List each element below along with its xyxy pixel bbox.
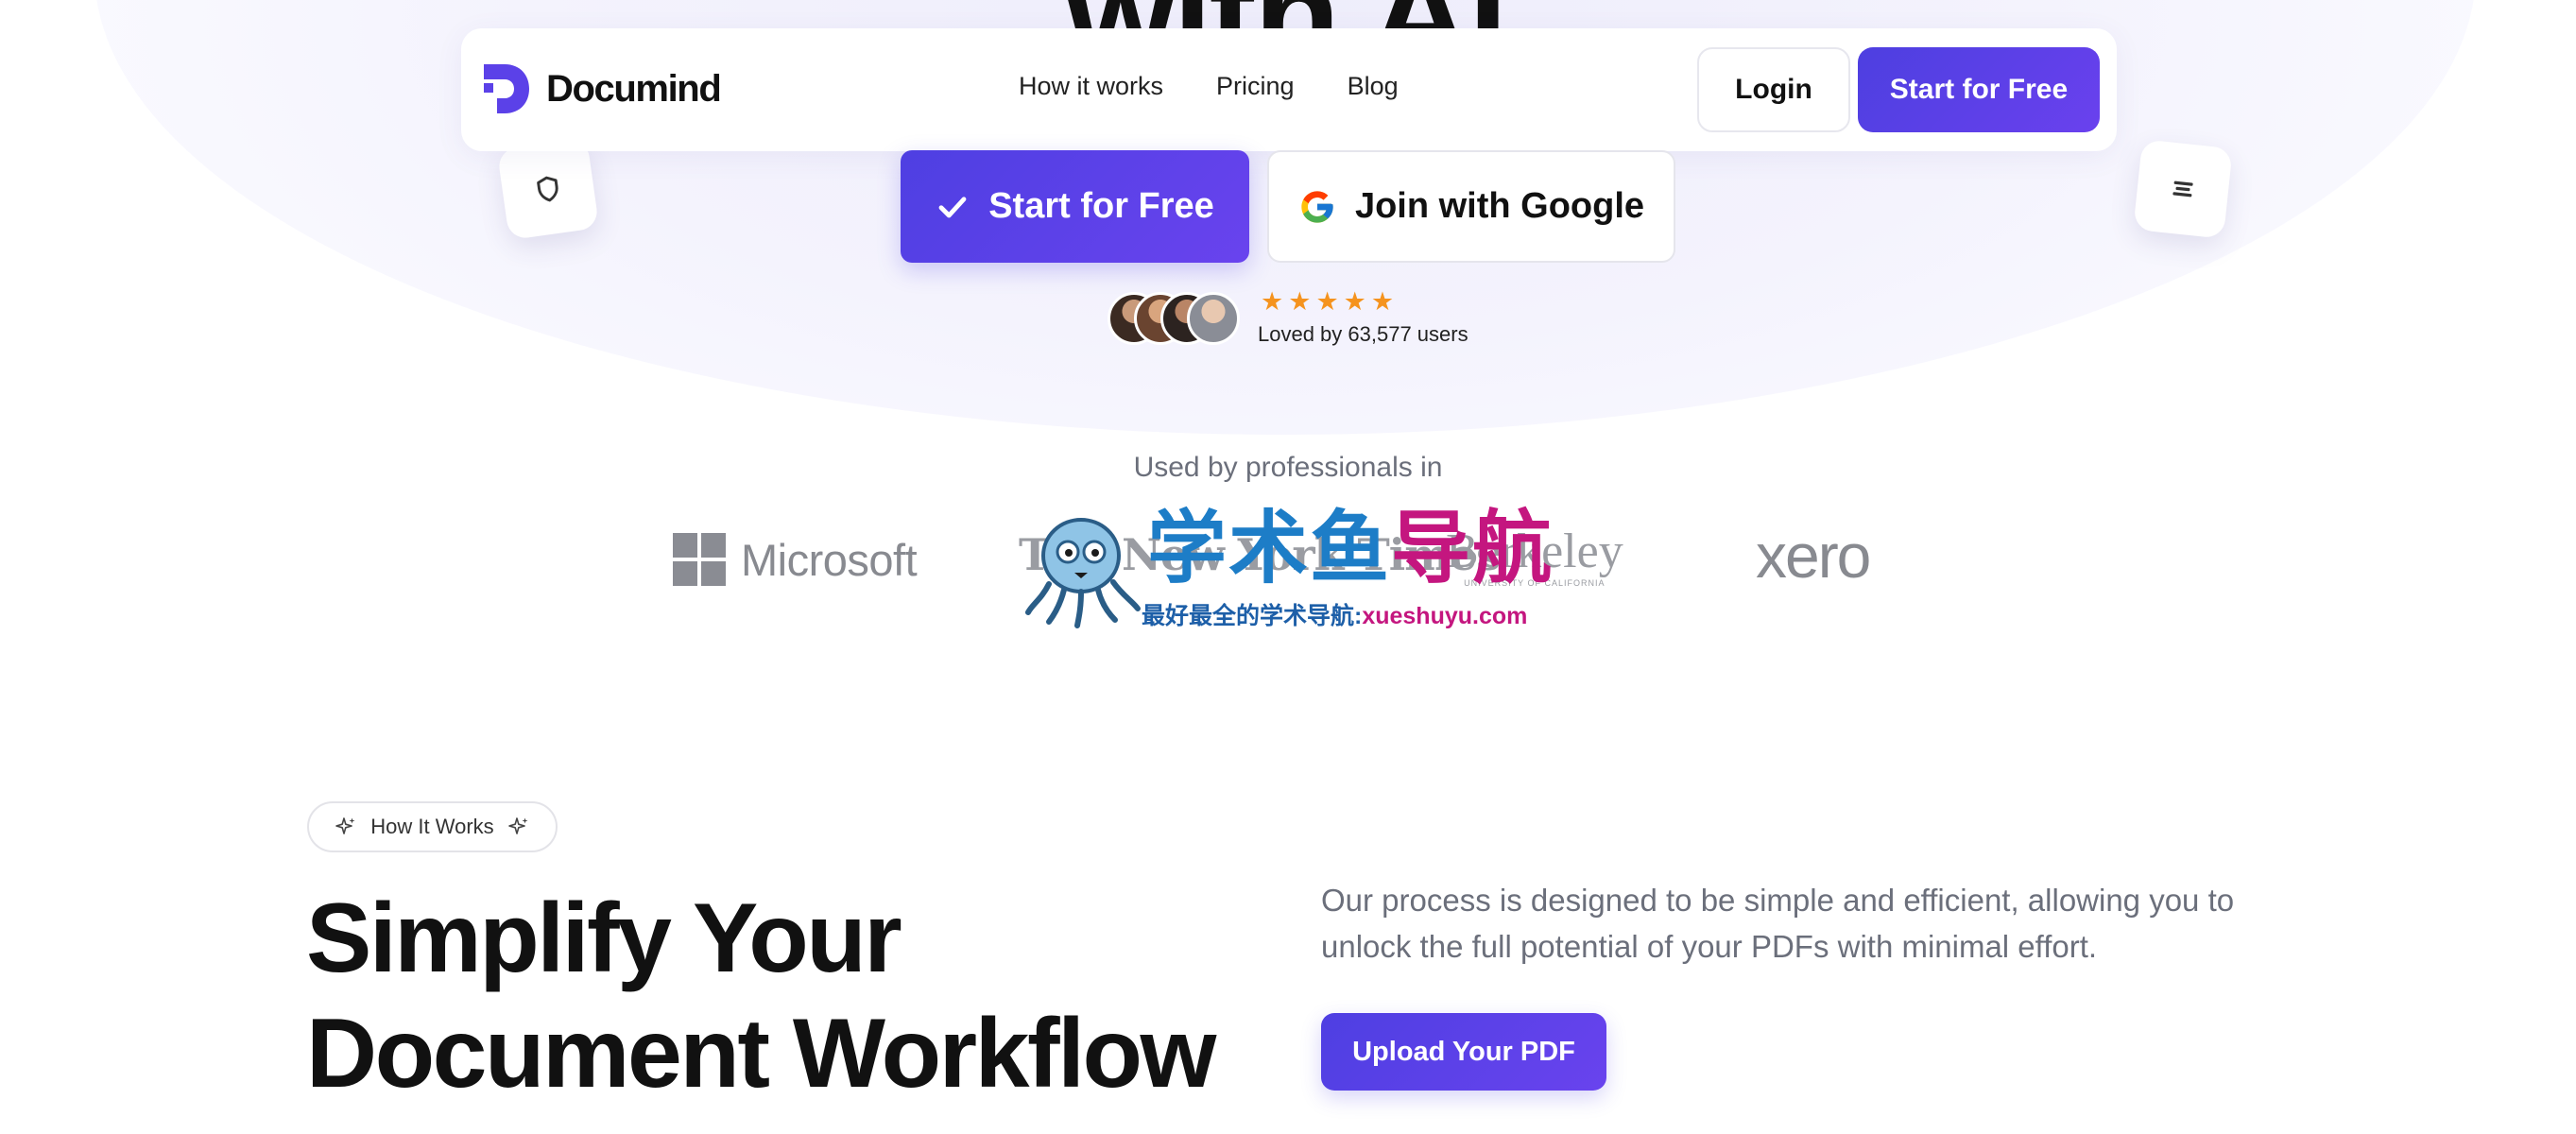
how-it-works-description: Our process is designed to be simple and…	[1321, 883, 2235, 964]
how-it-works-title-line1: Simplify Your	[306, 884, 902, 993]
used-by-heading: Used by professionals in	[1133, 452, 1443, 483]
hero-start-free-button[interactable]: Start for Free	[901, 150, 1249, 263]
floating-shield-chip	[496, 137, 600, 241]
nav-link-how-it-works[interactable]: How it works	[1019, 72, 1163, 101]
upload-pdf-button[interactable]: Upload Your PDF	[1321, 1013, 1606, 1091]
watermark-title: 学术鱼导航	[1147, 507, 1554, 590]
sparkle-icon	[507, 817, 528, 834]
watermark-subtitle-text: 最好最全的学术导航:	[1142, 603, 1363, 629]
nav-start-free-button[interactable]: Start for Free	[1858, 47, 2100, 132]
star-icon: ★	[1343, 287, 1366, 316]
check-icon	[938, 196, 967, 217]
watermark-title-part1: 学术鱼	[1147, 504, 1392, 593]
sparkle-icon	[335, 817, 355, 834]
how-it-works-title: Simplify Your Document Workflow	[306, 881, 1216, 1111]
microsoft-logo: Microsoft	[673, 533, 918, 586]
nav-link-pricing[interactable]: Pricing	[1216, 72, 1295, 101]
user-avatars	[1108, 292, 1240, 347]
login-button[interactable]: Login	[1697, 47, 1850, 132]
watermark-title-part2: 导航	[1391, 504, 1554, 593]
star-icon: ★	[1261, 287, 1284, 316]
xueshuyu-watermark: 学术鱼导航 最好最全的学术导航:xueshuyu.com	[1025, 507, 1559, 631]
shield-icon	[537, 176, 558, 202]
how-it-works-badge-label: How It Works	[370, 815, 494, 838]
menu-lines-icon	[2172, 180, 2193, 198]
how-it-works-title-line2: Document Workflow	[306, 999, 1216, 1108]
star-icon: ★	[1370, 287, 1395, 316]
navbar: Documind How it works Pricing Blog Login…	[461, 28, 2117, 151]
octopus-mascot-icon	[1025, 518, 1141, 628]
loved-by-text: Loved by 63,577 users	[1258, 322, 1468, 346]
watermark-subtitle: 最好最全的学术导航:xueshuyu.com	[1142, 597, 1527, 631]
rating-stars: ★ ★ ★ ★ ★	[1261, 289, 1394, 315]
star-icon: ★	[1288, 287, 1312, 316]
documind-logo-icon	[484, 64, 529, 113]
floating-menu-chip	[2133, 139, 2233, 239]
microsoft-grid-icon	[673, 533, 726, 586]
join-with-google-label: Join with Google	[1354, 186, 1645, 226]
hero-title-fragment: with AI	[1039, 0, 1531, 85]
nav-link-blog[interactable]: Blog	[1348, 72, 1399, 101]
brand-name: Documind	[546, 67, 722, 110]
avatar	[1187, 292, 1240, 345]
xero-logo: xero	[1756, 521, 1871, 591]
google-icon	[1301, 190, 1333, 223]
star-icon: ★	[1315, 287, 1339, 316]
join-with-google-button[interactable]: Join with Google	[1267, 150, 1675, 263]
brand-logo[interactable]: Documind	[480, 60, 722, 117]
how-it-works-badge: How It Works	[307, 801, 558, 852]
watermark-url: xueshuyu.com	[1362, 603, 1528, 629]
microsoft-wordmark: Microsoft	[741, 534, 918, 585]
nav-links: How it works Pricing Blog	[1019, 72, 1399, 101]
hero-start-free-label: Start for Free	[988, 186, 1214, 226]
